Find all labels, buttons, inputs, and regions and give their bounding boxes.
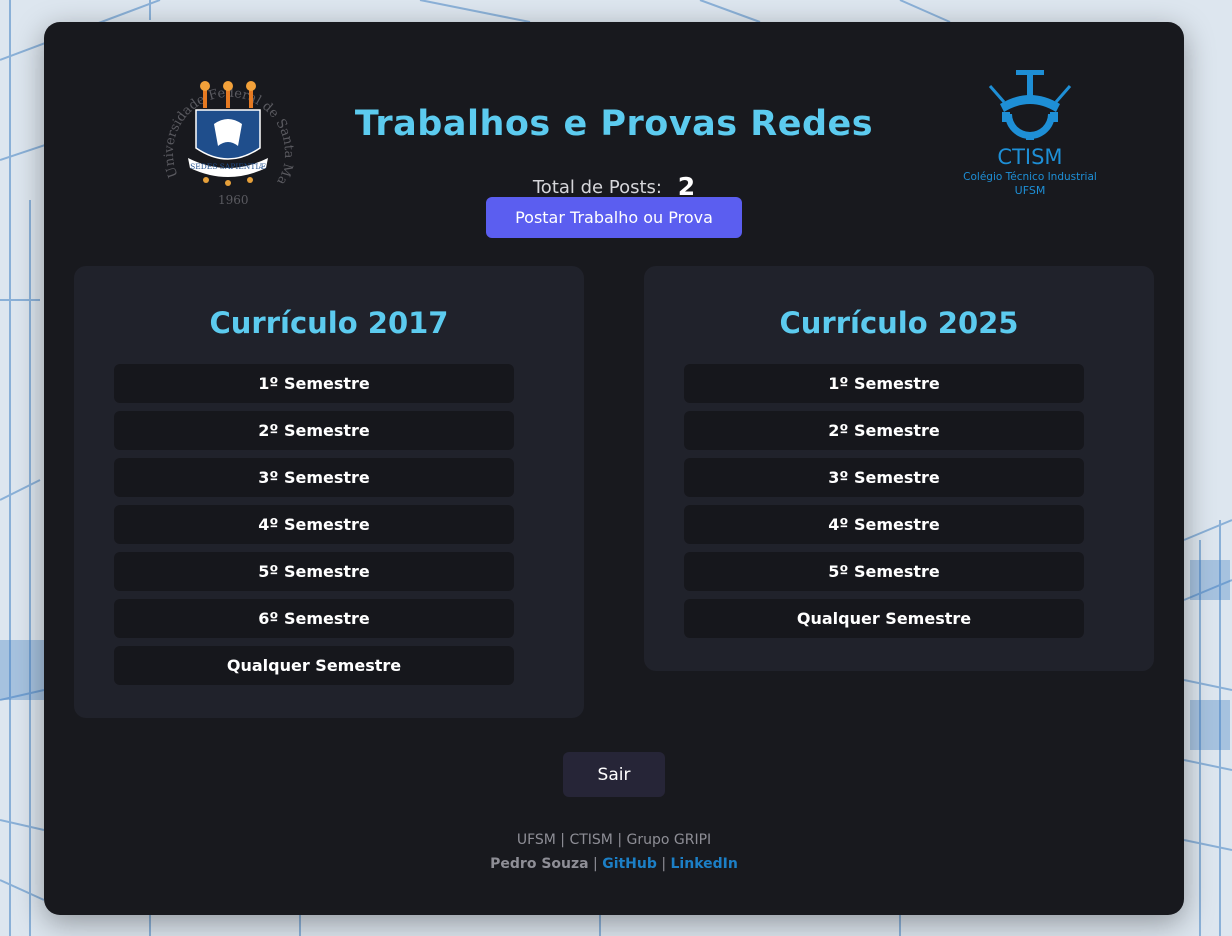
semester-button[interactable]: 1º Semestre [114, 364, 514, 403]
linkedin-link[interactable]: LinkedIn [671, 856, 738, 872]
main-card: Universidade Federal de Santa Maria SEDE… [44, 22, 1184, 915]
exit-button[interactable]: Sair [563, 752, 665, 797]
ufsm-motto: SEDES SAPIENTIÆ [190, 162, 266, 171]
semester-button[interactable]: 4º Semestre [684, 505, 1084, 544]
curriculum-2025-semester-list: 1º Semestre 2º Semestre 3º Semestre 4º S… [684, 364, 1084, 646]
ctism-logo: CTISM Colégio Técnico Industrial UFSM [963, 70, 1097, 197]
post-work-button[interactable]: Postar Trabalho ou Prova [486, 197, 742, 238]
footer-separator: | [656, 856, 671, 872]
author-name: Pedro Souza [490, 856, 589, 872]
semester-button[interactable]: 1º Semestre [684, 364, 1084, 403]
curriculum-2017-panel: Currículo 2017 1º Semestre 2º Semestre 3… [74, 266, 584, 718]
semester-button[interactable]: 6º Semestre [114, 599, 514, 638]
total-posts-label: Total de Posts: [532, 177, 662, 198]
semester-button[interactable]: 3º Semestre [114, 458, 514, 497]
ctism-name: CTISM [997, 145, 1062, 169]
semester-button[interactable]: 2º Semestre [684, 411, 1084, 450]
github-link[interactable]: GitHub [602, 856, 657, 872]
any-semester-button[interactable]: Qualquer Semestre [114, 646, 514, 685]
curriculum-2025-panel: Currículo 2025 1º Semestre 2º Semestre 3… [644, 266, 1154, 671]
ctism-subtitle: Colégio Técnico Industrial [963, 171, 1097, 183]
semester-button[interactable]: 3º Semestre [684, 458, 1084, 497]
footer-credits: UFSM | CTISM | Grupo GRIPI [516, 832, 712, 848]
semester-button[interactable]: 2º Semestre [114, 411, 514, 450]
curriculum-2017-semester-list: 1º Semestre 2º Semestre 3º Semestre 4º S… [114, 364, 514, 693]
any-semester-button[interactable]: Qualquer Semestre [684, 599, 1084, 638]
semester-button[interactable]: 5º Semestre [114, 552, 514, 591]
footer-separator: | [588, 856, 603, 872]
curriculum-2025-title: Currículo 2025 [779, 306, 1019, 340]
semester-button[interactable]: 4º Semestre [114, 505, 514, 544]
footer-author: Pedro Souza | GitHub | LinkedIn [44, 856, 1184, 872]
ctism-org: UFSM [1015, 184, 1046, 197]
curriculum-2017-title: Currículo 2017 [209, 306, 449, 340]
semester-button[interactable]: 5º Semestre [684, 552, 1084, 591]
